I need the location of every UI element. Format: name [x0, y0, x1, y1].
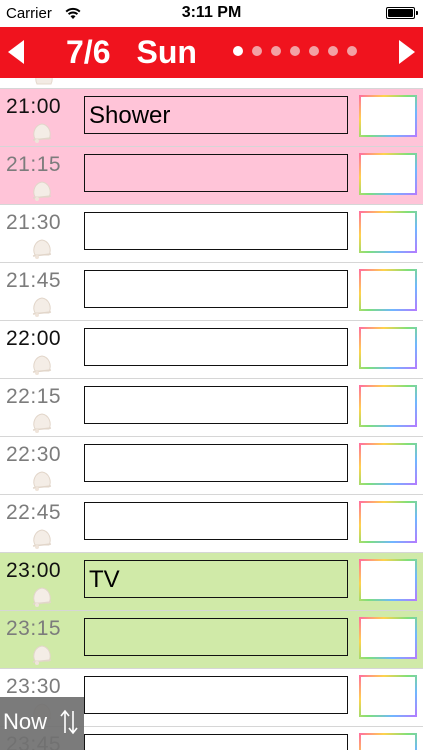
activity-field[interactable] [84, 676, 348, 714]
schedule-row[interactable]: 23:00 TV [0, 552, 423, 610]
completion-box[interactable] [359, 95, 417, 137]
date-title: 7/6 Sun [66, 34, 197, 71]
time-label: 23:30 [6, 675, 62, 698]
activity-field[interactable] [84, 386, 348, 424]
time-label: 21:00 [6, 95, 62, 118]
completion-box[interactable] [359, 617, 417, 659]
battery-icon [386, 7, 418, 19]
time-label: 22:00 [6, 327, 62, 350]
now-label: Now [3, 709, 48, 734]
date-label: 7/6 [66, 34, 111, 70]
bell-icon[interactable] [29, 235, 55, 259]
completion-box[interactable] [359, 327, 417, 369]
bell-icon[interactable] [29, 177, 55, 201]
activity-field[interactable] [84, 502, 348, 540]
bell-icon[interactable] [29, 525, 55, 549]
activity-field[interactable] [84, 154, 348, 192]
up-down-arrows-icon [60, 709, 78, 735]
activity-field[interactable]: Shower [84, 96, 348, 134]
activity-field[interactable] [84, 212, 348, 250]
activity-field[interactable] [84, 328, 348, 366]
page-dot[interactable] [252, 46, 262, 56]
page-dot[interactable] [328, 46, 338, 56]
time-label: 23:15 [6, 617, 62, 640]
schedule-row[interactable]: 21:45 [0, 262, 423, 320]
completion-box[interactable] [359, 501, 417, 543]
status-bar: Carrier 3:11 PM [0, 0, 423, 27]
time-label: 21:15 [6, 153, 62, 176]
bell-icon[interactable] [29, 583, 55, 607]
time-label: 22:30 [6, 443, 62, 466]
bell-icon[interactable] [29, 293, 55, 317]
bell-icon[interactable] [29, 119, 55, 143]
schedule-row[interactable]: 22:45 [0, 494, 423, 552]
date-header: 7/6 Sun [0, 27, 423, 78]
previous-row-sliver [0, 78, 423, 88]
now-button[interactable]: Now [0, 697, 84, 750]
activity-field[interactable] [84, 618, 348, 656]
status-time: 3:11 PM [181, 4, 242, 21]
schedule-list[interactable]: 21:00 Shower 21:15 21:30 21:45 22:00 22:15 22:3… [0, 78, 423, 750]
completion-box[interactable] [359, 385, 417, 427]
activity-text: TV [89, 566, 120, 593]
completion-box[interactable] [359, 733, 417, 750]
next-arrow-icon[interactable] [391, 37, 421, 67]
page-dot[interactable] [347, 46, 357, 56]
page-dot[interactable] [309, 46, 319, 56]
schedule-row[interactable]: 21:30 [0, 204, 423, 262]
page-dot[interactable] [290, 46, 300, 56]
time-label: 22:15 [6, 385, 62, 408]
prev-arrow-icon[interactable] [2, 37, 32, 67]
time-label: 23:00 [6, 559, 62, 582]
activity-field[interactable]: TV [84, 560, 348, 598]
bell-icon[interactable] [29, 351, 55, 375]
page-dot[interactable] [233, 46, 243, 56]
completion-box[interactable] [359, 211, 417, 253]
bell-icon[interactable] [29, 467, 55, 491]
activity-field[interactable] [84, 444, 348, 482]
bell-icon[interactable] [29, 641, 55, 665]
weekday-label: Sun [136, 34, 197, 70]
schedule-row[interactable]: 22:30 [0, 436, 423, 494]
schedule-row[interactable]: 23:15 [0, 610, 423, 668]
page-dot[interactable] [271, 46, 281, 56]
activity-text: Shower [89, 102, 171, 129]
time-label: 22:45 [6, 501, 62, 524]
bell-icon[interactable] [29, 409, 55, 433]
completion-box[interactable] [359, 153, 417, 195]
time-label: 21:30 [6, 211, 62, 234]
time-label: 21:45 [6, 269, 62, 292]
bell-icon [35, 78, 53, 85]
completion-box[interactable] [359, 559, 417, 601]
schedule-row[interactable]: 21:00 Shower [0, 88, 423, 146]
schedule-row[interactable]: 22:15 [0, 378, 423, 436]
completion-box[interactable] [359, 443, 417, 485]
activity-field[interactable] [84, 270, 348, 308]
schedule-row[interactable]: 21:15 [0, 146, 423, 204]
completion-box[interactable] [359, 269, 417, 311]
completion-box[interactable] [359, 675, 417, 717]
activity-field[interactable] [84, 734, 348, 750]
schedule-row[interactable]: 22:00 [0, 320, 423, 378]
